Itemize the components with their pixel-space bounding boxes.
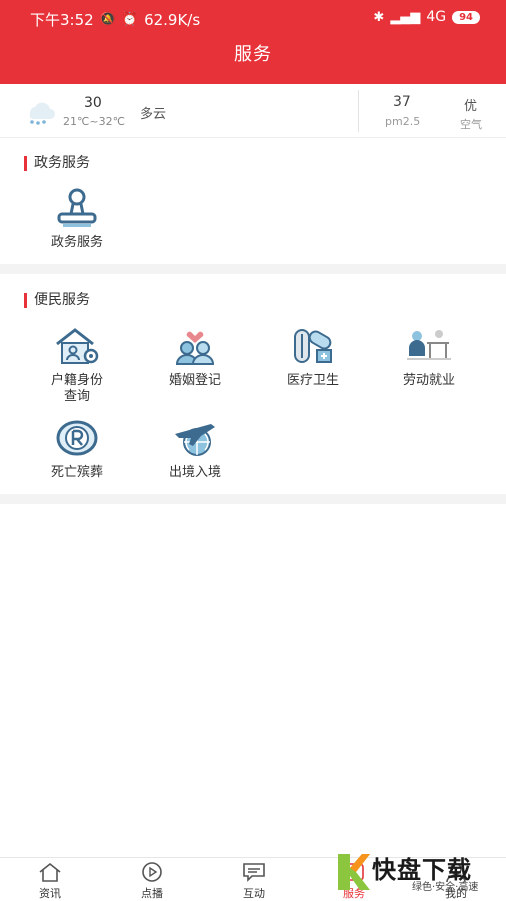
tab-interact[interactable]: 互动 [224,861,284,901]
status-right: ✱ ▂▄▆ 4G 94 [373,9,480,25]
brand-logo-icon [338,854,370,890]
service-label: 劳动就业 [402,373,455,388]
service-label: 政务服务 [50,235,103,250]
service-label: 出境入境 [168,465,221,480]
home-icon [39,862,61,882]
service-gov[interactable]: 政务服务 [22,186,132,251]
funeral-icon [56,420,98,456]
network-type: 4G [426,9,447,25]
section-title-civil: 便民服务 [24,293,90,308]
stamp-icon [57,188,97,227]
marriage-icon [175,331,215,365]
status-time: 下午3:52 [30,11,94,29]
service-funeral[interactable]: 死亡殡葬 [22,416,132,481]
tab-news[interactable]: 资讯 [20,861,80,901]
bluetooth-icon: ✱ [373,9,385,25]
signal-icon: ▂▄▆ [390,9,421,25]
section-divider [0,264,506,274]
air-level: 优 [464,99,478,114]
service-medical[interactable]: 医疗卫生 [258,324,368,389]
service-employment[interactable]: 劳动就业 [374,324,484,389]
status-left: 下午3:52 🔕 ⏰ 62.9K/s [30,9,200,30]
medical-icon [294,329,332,363]
weather-bar[interactable]: 30 21℃~32℃ 多云 37 pm2.5 优 空气 [0,84,506,138]
airplane-globe-icon [175,424,215,456]
play-icon [142,862,162,882]
section-divider [0,494,506,504]
net-speed: 62.9K/s [144,10,201,29]
section-title-gov: 政务服务 [24,156,90,171]
weather-desc: 多云 [140,107,167,122]
tab-label: 资讯 [39,887,61,900]
status-bar: 下午3:52 🔕 ⏰ 62.9K/s ✱ ▂▄▆ 4G 94 [0,0,506,36]
battery-icon: 94 [452,10,480,24]
service-label: 户籍身份 查询 [50,373,103,404]
weather-divider [358,90,359,132]
aqi-value: 37 [393,94,411,110]
service-label: 医疗卫生 [286,373,339,388]
household-register-icon [56,328,99,364]
alarm-icon: ⏰ [121,12,139,27]
service-label: 婚姻登记 [168,373,221,388]
watermark-tagline: 绿色·安全·高速 [412,882,479,893]
tab-label: 互动 [243,887,265,900]
tab-vod[interactable]: 点播 [122,861,182,901]
service-household[interactable]: 户籍身份 查询 [22,324,132,405]
service-immigration[interactable]: 出境入境 [140,416,250,481]
watermark-logo: 快盘下载 绿色·安全·高速 [332,848,502,898]
service-label: 死亡殡葬 [50,465,103,480]
mute-icon: 🔕 [99,12,116,27]
weather-range: 21℃~32℃ [63,115,125,128]
pm-label: pm2.5 [385,115,421,128]
service-marriage[interactable]: 婚姻登记 [140,324,250,389]
tab-label: 点播 [141,887,163,900]
cloud-rain-icon [29,102,55,125]
page-title: 服务 [234,44,272,65]
air-label: 空气 [460,118,482,131]
chat-icon [243,863,265,882]
weather-temp: 30 [84,95,102,111]
employment-icon [407,330,451,360]
app-header: 下午3:52 🔕 ⏰ 62.9K/s ✱ ▂▄▆ 4G 94 服务 [0,0,506,84]
